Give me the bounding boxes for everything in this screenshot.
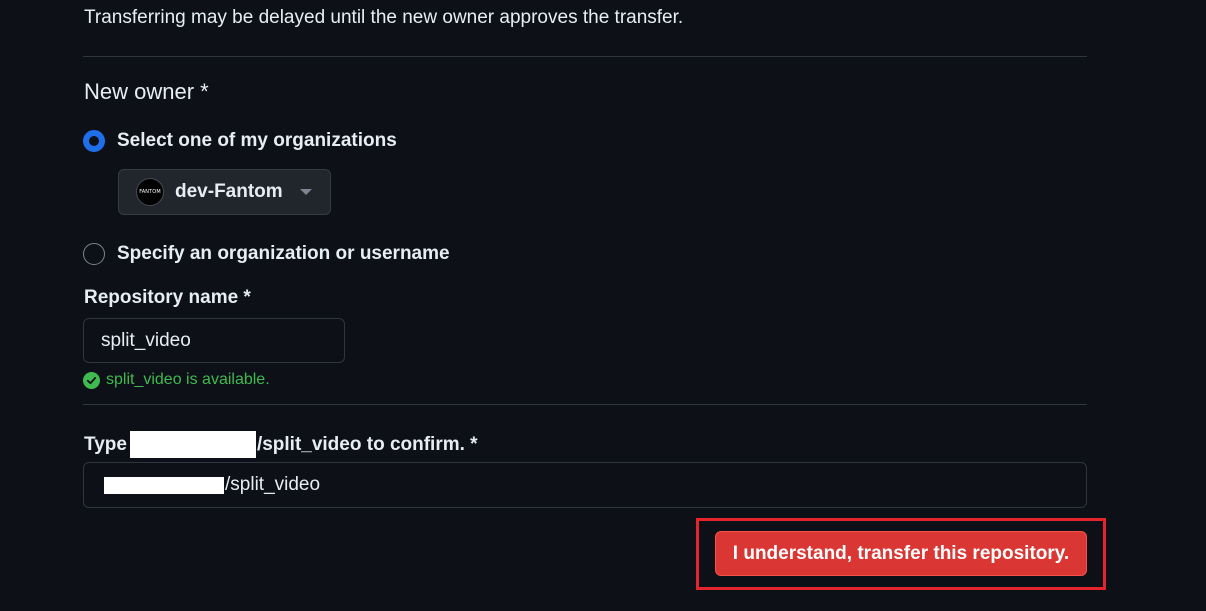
redacted-owner-name (104, 476, 224, 494)
transfer-notice: Transferring may be delayed until the ne… (84, 7, 684, 28)
confirm-label: Type /split_video to confirm. * (84, 431, 478, 458)
divider (83, 404, 1087, 405)
divider (83, 56, 1087, 57)
chevron-down-icon (299, 189, 312, 195)
new-owner-heading: New owner * (84, 79, 209, 104)
transfer-repository-form: Transferring may be delayed until the ne… (0, 0, 1206, 611)
confirm-input[interactable]: /split_video (83, 462, 1087, 508)
radio-select-organization-label[interactable]: Select one of my organizations (117, 130, 397, 152)
repository-name-label: Repository name * (84, 287, 251, 308)
repository-name-input[interactable] (83, 318, 345, 363)
org-avatar-text: FANTOM (139, 189, 161, 195)
confirm-input-value: /split_video (225, 474, 321, 495)
availability-text: split_video is available. (106, 371, 270, 388)
radio-specify-organization-label[interactable]: Specify an organization or username (117, 243, 450, 265)
check-circle-icon (83, 371, 100, 389)
transfer-repository-button[interactable]: I understand, transfer this repository. (715, 531, 1087, 576)
radio-checked-icon[interactable] (83, 130, 105, 152)
org-name: dev-Fantom (175, 181, 283, 202)
availability-message: split_video is available. (83, 371, 270, 389)
radio-select-organization[interactable]: Select one of my organizations (83, 130, 397, 152)
redacted-owner-name (129, 431, 256, 458)
radio-specify-organization[interactable]: Specify an organization or username (83, 243, 450, 265)
confirm-label-prefix: Type (84, 433, 127, 455)
radio-unchecked-icon[interactable] (83, 243, 105, 265)
org-avatar: FANTOM (136, 178, 164, 206)
organization-dropdown[interactable]: FANTOM dev-Fantom (118, 169, 331, 215)
confirm-label-suffix: /split_video to confirm. * (256, 433, 478, 455)
